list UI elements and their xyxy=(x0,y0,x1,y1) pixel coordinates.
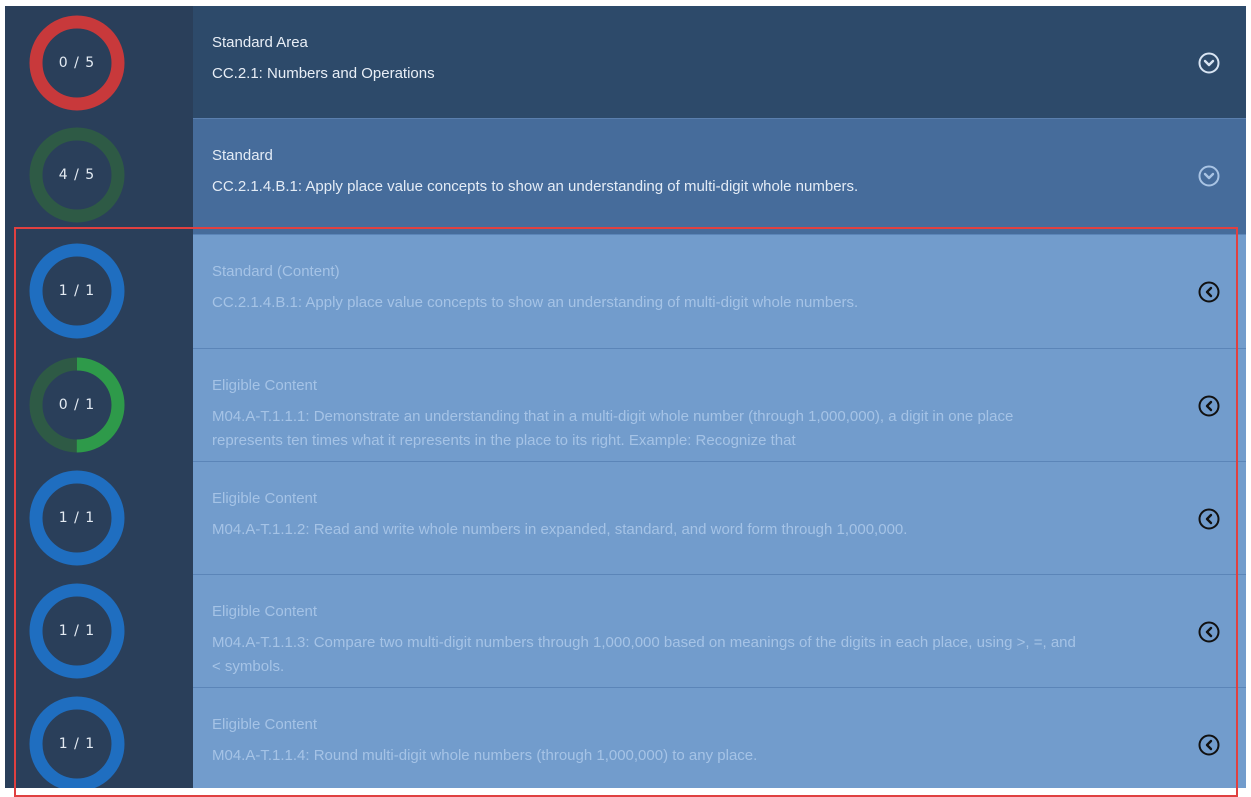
progress-cell: 1 / 1 xyxy=(5,574,193,687)
row-content: Standard (Content) CC.2.1.4.B.1: Apply p… xyxy=(193,234,1246,348)
progress-label: 0 / 5 xyxy=(58,55,96,71)
row-type: Eligible Content xyxy=(212,490,318,507)
row-type: Standard xyxy=(212,147,273,164)
standards-tree: 0 / 5 Standard Area CC.2.1: Numbers and … xyxy=(5,6,1246,788)
chevron-left-circle-icon[interactable] xyxy=(1198,281,1220,303)
row-eligible-content[interactable]: 1 / 1 Eligible Content M04.A-T.1.1.3: Co… xyxy=(5,574,1246,687)
progress-label: 1 / 1 xyxy=(58,510,96,526)
progress-label: 0 / 1 xyxy=(58,397,96,413)
row-eligible-content[interactable]: 1 / 1 Eligible Content M04.A-T.1.1.2: Re… xyxy=(5,461,1246,574)
chevron-down-circle-icon[interactable] xyxy=(1198,165,1220,187)
row-content: Eligible Content M04.A-T.1.1.2: Read and… xyxy=(193,461,1246,574)
row-content: Eligible Content M04.A-T.1.1.4: Round mu… xyxy=(193,687,1246,788)
row-content: Standard CC.2.1.4.B.1: Apply place value… xyxy=(193,118,1246,234)
row-type: Eligible Content xyxy=(212,377,318,394)
row-type: Standard (Content) xyxy=(212,263,340,280)
row-standard-content[interactable]: 1 / 1 Standard (Content) CC.2.1.4.B.1: A… xyxy=(5,234,1246,348)
row-description: CC.2.1.4.B.1: Apply place value concepts… xyxy=(212,178,859,195)
chevron-left-circle-icon[interactable] xyxy=(1198,621,1220,643)
row-eligible-content[interactable]: 1 / 1 Eligible Content M04.A-T.1.1.4: Ro… xyxy=(5,687,1246,788)
chevron-left-circle-icon[interactable] xyxy=(1198,508,1220,530)
progress-label: 1 / 1 xyxy=(58,623,96,639)
chevron-left-circle-icon[interactable] xyxy=(1198,734,1220,756)
progress-label: 1 / 1 xyxy=(58,736,96,752)
row-eligible-content[interactable]: 0 / 1 Eligible Content M04.A-T.1.1.1: De… xyxy=(5,348,1246,461)
progress-label: 1 / 1 xyxy=(58,283,96,299)
row-description: CC.2.1: Numbers and Operations xyxy=(212,65,435,82)
progress-cell: 0 / 1 xyxy=(5,348,193,461)
chevron-down-circle-icon[interactable] xyxy=(1198,52,1220,74)
progress-cell: 4 / 5 xyxy=(5,118,193,234)
row-description: M04.A-T.1.1.2: Read and write whole numb… xyxy=(212,521,908,538)
progress-cell: 1 / 1 xyxy=(5,234,193,348)
row-type: Eligible Content xyxy=(212,603,318,620)
row-description: M04.A-T.1.1.1: Demonstrate an understand… xyxy=(212,408,1014,449)
row-standard[interactable]: 4 / 5 Standard CC.2.1.4.B.1: Apply place… xyxy=(5,118,1246,234)
row-description: M04.A-T.1.1.3: Compare two multi-digit n… xyxy=(212,634,1076,675)
row-type: Eligible Content xyxy=(212,716,318,733)
row-description: CC.2.1.4.B.1: Apply place value concepts… xyxy=(212,294,859,311)
chevron-left-circle-icon[interactable] xyxy=(1198,395,1220,417)
row-content: Eligible Content M04.A-T.1.1.1: Demonstr… xyxy=(193,348,1246,461)
row-content: Eligible Content M04.A-T.1.1.3: Compare … xyxy=(193,574,1246,687)
progress-label: 4 / 5 xyxy=(58,167,96,183)
row-description: M04.A-T.1.1.4: Round multi-digit whole n… xyxy=(212,747,758,764)
progress-cell: 0 / 5 xyxy=(5,6,193,118)
row-standard-area[interactable]: 0 / 5 Standard Area CC.2.1: Numbers and … xyxy=(5,6,1246,118)
progress-cell: 1 / 1 xyxy=(5,461,193,574)
description-scroll-area[interactable]: M04.A-T.1.1.1: Demonstrate an understand… xyxy=(212,405,1092,455)
row-content: Standard Area CC.2.1: Numbers and Operat… xyxy=(193,6,1246,118)
row-type: Standard Area xyxy=(212,34,308,51)
progress-cell: 1 / 1 xyxy=(5,687,193,788)
